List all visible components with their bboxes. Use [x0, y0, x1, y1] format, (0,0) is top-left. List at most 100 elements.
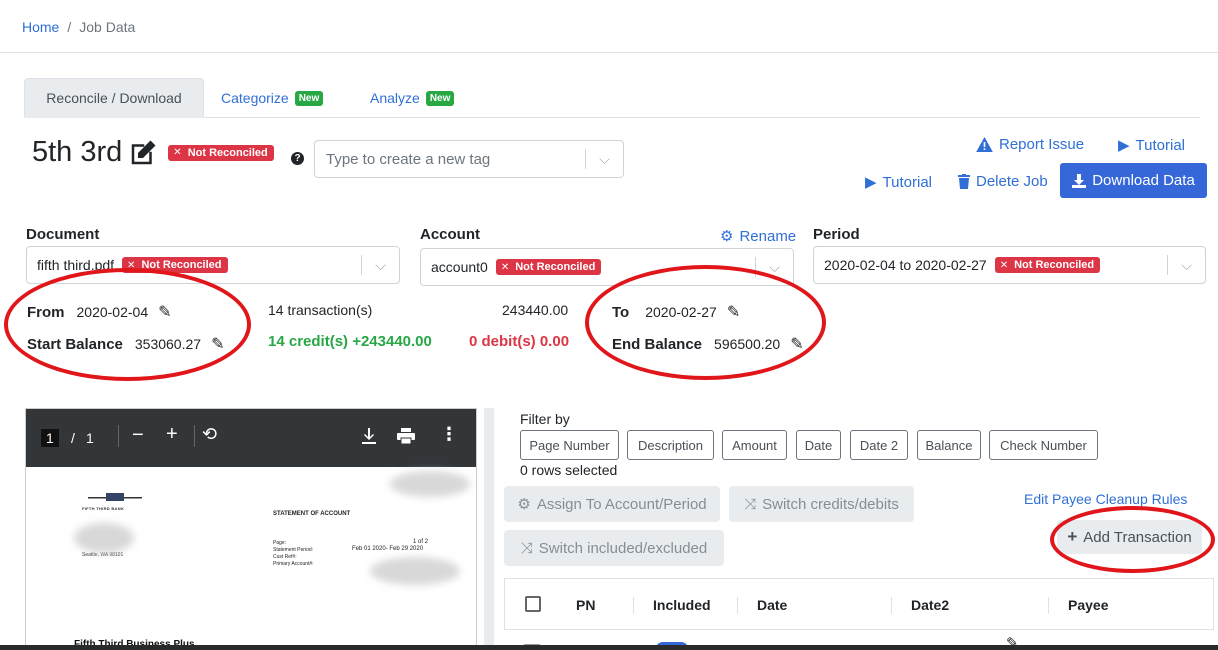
period-label: Period — [813, 226, 860, 243]
redaction-blur — [74, 523, 134, 553]
tutorial-link[interactable]: ▶ Tutorial — [865, 173, 932, 192]
zoom-out-icon[interactable]: − — [132, 424, 144, 447]
transactions-table-header: PN Included Date Date2 Payee — [504, 578, 1214, 630]
chevron-down-icon[interactable]: ⌵ — [585, 149, 623, 169]
status-badge: ✕ Not Reconciled — [168, 144, 274, 161]
breadcrumb-home-link[interactable]: Home — [22, 19, 59, 35]
warning-icon — [976, 137, 993, 152]
status-badge: ✕ Not Reconciled — [994, 257, 1101, 273]
tab-categorize[interactable]: Categorize New — [221, 90, 324, 106]
column-header-date[interactable]: Date — [757, 597, 787, 613]
pdf-page: FIFTH THIRD BANK STATEMENT OF ACCOUNT Pa… — [30, 469, 474, 649]
period-select-value: 2020-02-04 to 2020-02-27 ✕ Not Reconciled — [824, 257, 1101, 273]
column-divider — [633, 597, 634, 614]
bank-name: FIFTH THIRD BANK — [82, 506, 125, 511]
play-icon: ▶ — [865, 174, 877, 191]
statement-period-value: Feb 01 2020- Feb 29 2020 — [352, 546, 424, 552]
column-divider — [891, 597, 892, 614]
toolbar-divider — [118, 425, 119, 447]
column-header-date2[interactable]: Date2 — [911, 597, 949, 613]
account-select-value: account0 ✕ Not Reconciled — [431, 259, 602, 275]
pdf-page-separator: / — [71, 430, 75, 446]
print-icon[interactable] — [397, 428, 415, 444]
toolbar-divider — [194, 425, 195, 447]
assign-account-period-button[interactable]: ⚙ Assign To Account/Period — [504, 486, 720, 522]
tab-analyze-label: Analyze — [370, 90, 420, 106]
switch-included-excluded-button[interactable]: ⤨ Switch included/excluded — [504, 530, 724, 566]
bank-logo-icon — [88, 493, 142, 501]
annotation-circle — [1050, 506, 1215, 573]
pdf-viewer[interactable]: 1 / 1 − + ⟲ ⋮ FIFTH THIRD BANK STATEMENT… — [25, 408, 477, 650]
rename-link[interactable]: ⚙ Rename — [720, 227, 796, 246]
transaction-total: 243440.00 — [502, 302, 569, 318]
tag-input[interactable]: Type to create a new tag ⌵ — [314, 140, 624, 178]
annotation-circle — [585, 265, 826, 380]
column-divider — [737, 597, 738, 614]
rows-selected-count: 0 rows selected — [520, 462, 618, 478]
chevron-down-icon[interactable]: ⌵ — [361, 255, 399, 275]
pdf-page-input[interactable]: 1 — [41, 429, 59, 447]
credits-summary: 14 credit(s) +243440.00 — [268, 333, 432, 350]
annotation-circle — [4, 268, 251, 381]
gear-icon: ⚙ — [720, 228, 734, 245]
tab-analyze[interactable]: Analyze New — [370, 90, 455, 106]
page-value: 1 of 2 — [413, 539, 429, 545]
filter-date-button[interactable]: Date — [796, 430, 841, 460]
account-label: Account — [420, 226, 480, 243]
download-icon — [1072, 173, 1087, 188]
column-header-pn[interactable]: PN — [576, 597, 595, 613]
select-all-checkbox[interactable] — [525, 596, 541, 612]
trash-icon — [958, 174, 970, 189]
help-icon[interactable]: ? — [291, 152, 304, 165]
edit-icon[interactable] — [128, 138, 158, 168]
filter-date2-button[interactable]: Date 2 — [850, 430, 908, 460]
breadcrumb-current: Job Data — [79, 19, 136, 35]
filter-label: Filter by — [520, 411, 570, 427]
download-data-button[interactable]: Download Data — [1060, 163, 1207, 198]
period-select[interactable]: 2020-02-04 to 2020-02-27 ✕ Not Reconciled … — [813, 246, 1206, 284]
play-icon: ▶ — [1118, 137, 1130, 154]
column-header-included[interactable]: Included — [653, 597, 711, 613]
zoom-in-icon[interactable]: + — [166, 423, 178, 446]
shuffle-icon: ⤨ — [744, 495, 757, 513]
pdf-page-total: 1 — [86, 430, 94, 446]
column-header-payee[interactable]: Payee — [1068, 597, 1108, 613]
new-badge: New — [294, 90, 324, 106]
breadcrumb: Home / Job Data — [22, 19, 135, 35]
breadcrumb-separator: / — [67, 19, 72, 35]
filter-check-number-button[interactable]: Check Number — [989, 430, 1098, 460]
transaction-count: 14 transaction(s) — [268, 302, 373, 318]
tutorial-top-link[interactable]: ▶ Tutorial — [1118, 136, 1185, 155]
debits-summary: 0 debit(s) 0.00 — [469, 333, 570, 350]
cust-ref-label: Cust Ref#: — [273, 554, 297, 560]
rotate-icon[interactable]: ⟲ — [202, 424, 217, 445]
download-icon[interactable] — [362, 428, 376, 444]
job-title-text: 5th 3rd — [32, 136, 123, 168]
filter-description-button[interactable]: Description — [627, 430, 714, 460]
redaction-blur — [370, 557, 460, 585]
redaction-blur — [390, 471, 470, 497]
job-title: 5th 3rd ✕ Not Reconciled — [32, 136, 274, 169]
filter-balance-button[interactable]: Balance — [917, 430, 981, 460]
switch-credits-debits-button[interactable]: ⤨ Switch credits/debits — [729, 486, 914, 522]
report-issue-link[interactable]: Report Issue — [976, 136, 1084, 153]
bottom-edge — [0, 645, 1218, 650]
primary-account-label: Primary Account#: — [273, 561, 314, 567]
statement-heading: STATEMENT OF ACCOUNT — [273, 511, 351, 517]
pdf-toolbar: 1 / 1 − + ⟲ ⋮ — [26, 409, 476, 467]
panel-splitter[interactable] — [484, 408, 494, 650]
filter-amount-button[interactable]: Amount — [722, 430, 787, 460]
tab-reconcile-download[interactable]: Reconcile / Download — [24, 78, 204, 118]
filter-page-number-button[interactable]: Page Number — [520, 430, 619, 460]
tag-input-placeholder: Type to create a new tag — [326, 151, 491, 168]
delete-job-link[interactable]: Delete Job — [958, 173, 1048, 190]
header-divider — [0, 52, 1218, 53]
status-badge: ✕ Not Reconciled — [495, 259, 602, 275]
close-icon: ✕ — [173, 147, 182, 158]
column-divider — [1048, 597, 1049, 614]
chevron-down-icon[interactable]: ⌵ — [1167, 255, 1205, 275]
edit-payee-cleanup-rules-link[interactable]: Edit Payee Cleanup Rules — [1024, 491, 1187, 507]
statement-period-label: Statement Period: — [273, 547, 314, 553]
page-label: Page: — [273, 540, 287, 546]
more-vertical-icon[interactable]: ⋮ — [440, 424, 458, 445]
